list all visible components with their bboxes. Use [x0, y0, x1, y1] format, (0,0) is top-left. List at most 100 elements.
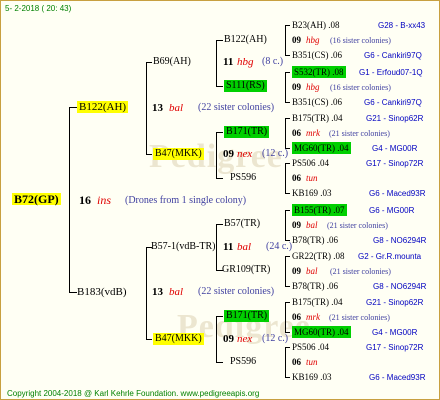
connector: [216, 86, 223, 87]
gen5-id: PS506 .04: [292, 342, 330, 352]
gen2-id: B122(AH): [77, 101, 129, 113]
gen5-location: G6 - Cankiri97Q: [364, 51, 422, 60]
connector: [285, 347, 290, 348]
gen4-id: B57(TR): [224, 218, 261, 229]
gen4-id: S111(RS): [224, 80, 267, 92]
gen5-id: PS506 .04: [292, 158, 330, 168]
connector: [285, 286, 290, 287]
gen2-id: B183(vdB): [77, 286, 127, 298]
gen3-mark: hbg: [237, 56, 254, 68]
gen5-id: B351(CS) .06: [292, 97, 343, 107]
gen4-id: PS596: [230, 356, 257, 367]
gen4-id: GR109(TR): [222, 264, 271, 275]
connector: [285, 193, 290, 194]
connector: [285, 210, 286, 241]
gen5-number: 09: [292, 266, 301, 276]
gen5-id: B78(TR) .06: [292, 281, 338, 291]
connector: [285, 118, 290, 119]
gen5-location: G8 - NO6294R: [373, 282, 427, 291]
gen3-id: B47(MKK): [153, 333, 204, 345]
gen5-id: B175(TR) .04: [292, 297, 343, 307]
gen5-note: (21 sister colonies): [327, 221, 388, 230]
pedigree-watermark-2: Pedigree: [177, 308, 311, 345]
connector: [285, 55, 290, 56]
connector: [285, 72, 286, 103]
gen5-id: MG60(TR) .04: [292, 142, 351, 154]
gen4-id: B122(AH): [224, 34, 267, 45]
gen5-note: (21 sister colonies): [330, 267, 391, 276]
connector: [285, 302, 286, 333]
connector: [216, 40, 217, 87]
gen5-id: GR22(TR) .08: [292, 251, 345, 261]
gen5-location: G6 - Cankiri97Q: [364, 98, 422, 107]
gen5-location: G6 - Maced93R: [369, 373, 426, 382]
gen3-number: 11: [223, 56, 234, 68]
connector: [216, 132, 223, 133]
gen5-location: G4 - MG00R: [372, 328, 418, 337]
connector: [285, 347, 286, 378]
connector: [69, 107, 70, 293]
connector: [216, 224, 217, 271]
connector: [216, 178, 223, 179]
gen5-id: B175(TR) .04: [292, 113, 343, 123]
gen3-note: (8 c.): [262, 56, 284, 67]
gen3-mark: nex: [237, 333, 253, 345]
copyright-footer: Copyright 2004-2018 @ Karl Kehrle Founda…: [7, 389, 260, 398]
gen5-id: B78(TR) .06: [292, 235, 338, 245]
gen5-location: G1 - Erfoud07-1Q: [359, 68, 423, 77]
gen5-location: G4 - MG00R: [372, 144, 418, 153]
gen5-id: B351(CS) .06: [292, 50, 343, 60]
connector: [285, 72, 290, 73]
connector: [216, 316, 217, 363]
gen5-location: G2 - Gr.R.mounta: [358, 252, 422, 261]
connector: [285, 163, 290, 164]
connector: [146, 62, 152, 63]
gen3-note: (24 c.): [266, 241, 293, 252]
gen2-note: (22 sister colonies): [198, 286, 275, 297]
gen5-number: 09: [292, 35, 301, 45]
connector: [285, 256, 290, 257]
connector: [285, 118, 286, 149]
gen4-id: PS596: [230, 172, 257, 183]
gen5-id: KB169 .03: [292, 188, 332, 198]
gen5-number: 09: [292, 220, 301, 230]
gen5-note: (21 sister colonies): [329, 313, 390, 322]
gen3-id: B69(AH): [153, 56, 191, 67]
queen-mark: ins: [97, 193, 112, 207]
connector: [216, 316, 223, 317]
gen5-note: (16 sister colonies): [330, 36, 391, 45]
connector: [216, 40, 223, 41]
connector: [216, 132, 217, 179]
gen5-note: (21 sister colonies): [329, 129, 390, 138]
gen5-mark: tun: [306, 357, 318, 367]
gen3-note: (12 c.): [262, 333, 289, 344]
connector: [285, 377, 290, 378]
connector: [285, 102, 290, 103]
connector: [69, 107, 77, 108]
connector: [285, 256, 286, 287]
gen5-location: G21 - Sinop62R: [366, 298, 424, 307]
gen5-mark: bal: [306, 220, 318, 230]
gen5-number: 06: [292, 128, 301, 138]
gen5-mark: hbg: [306, 82, 320, 92]
gen5-number: 06: [292, 173, 301, 183]
connector: [285, 210, 290, 211]
gen3-mark: bal: [237, 241, 252, 253]
gen5-id: B155(TR) .07: [292, 204, 347, 216]
connector: [146, 339, 152, 340]
connector: [285, 302, 290, 303]
connector: [146, 62, 147, 155]
queen-id: B72(GP): [12, 192, 61, 206]
gen5-location: G6 - Maced93R: [369, 189, 426, 198]
gen2-mark: bal: [169, 102, 184, 114]
gen5-mark: hbg: [306, 35, 320, 45]
gen5-location: G21 - Sinop62R: [366, 114, 424, 123]
gen5-id: S532(TR) .08: [292, 66, 346, 78]
connector: [285, 163, 286, 194]
gen3-id: B47(MKK): [153, 148, 204, 160]
gen5-location: G28 - B-xx43: [378, 21, 426, 30]
gen5-mark: bal: [306, 266, 318, 276]
gen2-number: 13: [152, 286, 163, 298]
gen3-number: 09: [223, 148, 234, 160]
header-date: 5- 2-2018 ( 20: 43): [5, 4, 72, 13]
